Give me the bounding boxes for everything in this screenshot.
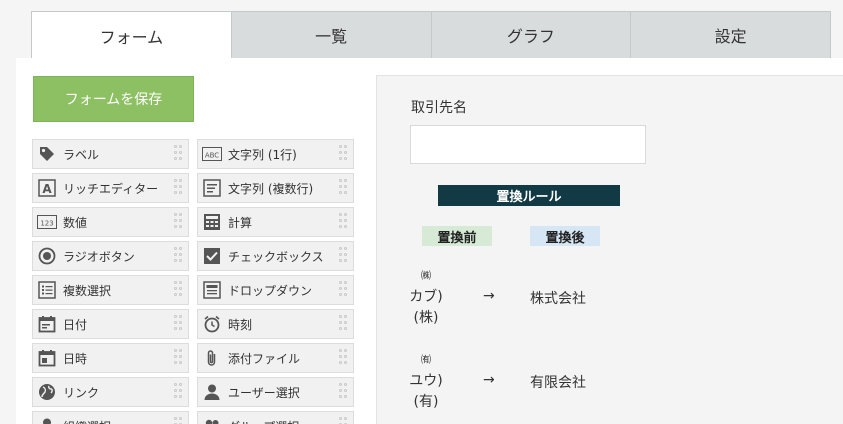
palette-item[interactable]: ラジオボタン	[32, 241, 189, 271]
number-icon: 123	[37, 212, 57, 232]
multi-select-icon	[37, 280, 57, 300]
drag-handle-icon[interactable]	[174, 348, 184, 370]
palette-item[interactable]: 時刻	[197, 309, 354, 339]
rule-before-line: ㈱	[421, 271, 431, 282]
drag-handle-icon[interactable]	[174, 178, 184, 200]
rule-before-line: ユウ)	[409, 373, 443, 389]
palette-item[interactable]: リンク	[32, 377, 189, 407]
rule-after: 株式会社	[530, 291, 586, 307]
date-icon	[37, 314, 57, 334]
tab-list[interactable]: 一覧	[231, 11, 432, 59]
tag-icon	[37, 144, 57, 164]
abc-icon: ABC	[202, 144, 222, 164]
user-icon	[202, 382, 222, 402]
rule-after: 有限会社	[530, 375, 586, 391]
attachment-icon	[202, 348, 222, 368]
palette-item-label: ユーザー選択	[228, 385, 300, 400]
palette-item[interactable]: チェックボックス	[197, 241, 354, 271]
replace-rule-title: 置換ルール	[438, 185, 620, 206]
palette-item-label: 添付ファイル	[228, 351, 301, 366]
rich-editor-icon: A	[37, 178, 57, 198]
drag-handle-icon[interactable]	[174, 382, 184, 404]
tab-graph[interactable]: グラフ	[431, 11, 632, 59]
tab-bar: フォーム 一覧 グラフ 設定	[31, 11, 831, 60]
rule-before-line: (株)	[413, 310, 439, 326]
drag-handle-icon[interactable]	[339, 246, 349, 268]
palette-item-label: 時刻	[228, 317, 253, 332]
palette-item[interactable]: グループ選択	[197, 411, 354, 424]
radio-icon	[37, 246, 57, 266]
svg-text:ABC: ABC	[205, 152, 219, 160]
palette-item[interactable]: A リッチエディター	[32, 173, 189, 203]
palette-item-label: 日時	[63, 351, 88, 366]
clock-icon	[202, 314, 222, 334]
arrow-icon: →	[483, 288, 495, 304]
drag-handle-icon[interactable]	[339, 416, 349, 424]
after-header: 置換後	[530, 226, 600, 246]
palette-item[interactable]: ラベル	[32, 139, 189, 169]
palette-item-label: グループ選択	[228, 418, 299, 424]
rule-before: ㈲ ユウ) (有)	[396, 350, 456, 413]
palette-item-label: 計算	[228, 215, 253, 230]
palette-item-label: 数値	[63, 215, 88, 230]
drag-handle-icon[interactable]	[174, 416, 184, 424]
palette-item[interactable]: 複数選択	[32, 275, 189, 305]
drag-handle-icon[interactable]	[339, 280, 349, 302]
palette-item-label: ラベル	[63, 147, 100, 162]
palette-item-label: ラジオボタン	[63, 249, 135, 264]
calculator-icon	[202, 212, 222, 232]
save-form-button[interactable]: フォームを保存	[33, 76, 194, 122]
drag-handle-icon[interactable]	[174, 144, 184, 166]
palette-item[interactable]: 計算	[197, 207, 354, 237]
drag-handle-icon[interactable]	[174, 314, 184, 336]
palette-item-label: リンク	[63, 385, 100, 400]
palette-item[interactable]: 123 数値	[32, 207, 189, 237]
multiline-text-icon	[202, 178, 222, 198]
palette-item-label: ドロップダウン	[228, 283, 313, 298]
datetime-icon	[37, 348, 57, 368]
palette-item-label: 組織選択	[63, 418, 111, 424]
palette-item-label: 文字列 (複数行)	[228, 181, 314, 196]
palette-item-label: リッチエディター	[63, 181, 159, 196]
palette-item-label: チェックボックス	[228, 249, 324, 264]
field-label-customer-name: 取引先名	[411, 100, 467, 116]
checkbox-icon	[202, 246, 222, 266]
drag-handle-icon[interactable]	[174, 212, 184, 234]
palette-item[interactable]: ABC 文字列 (1行)	[197, 139, 354, 169]
dropdown-icon	[202, 280, 222, 300]
palette-item-label: 複数選択	[63, 283, 112, 298]
drag-handle-icon[interactable]	[339, 178, 349, 200]
arrow-icon: →	[483, 372, 495, 388]
palette-item[interactable]: 添付ファイル	[197, 343, 354, 373]
palette-item[interactable]: 組織選択	[32, 411, 189, 424]
tab-form[interactable]: フォーム	[31, 11, 232, 60]
drag-handle-icon[interactable]	[174, 280, 184, 302]
drag-handle-icon[interactable]	[339, 382, 349, 404]
group-icon	[202, 416, 222, 424]
palette-item[interactable]: ユーザー選択	[197, 377, 354, 407]
palette-item[interactable]: ドロップダウン	[197, 275, 354, 305]
rule-before-line: (有)	[413, 394, 439, 410]
palette-item-label: 文字列 (1行)	[228, 147, 297, 162]
drag-handle-icon[interactable]	[339, 348, 349, 370]
customer-name-input[interactable]	[410, 125, 646, 164]
palette-item[interactable]: 文字列 (複数行)	[197, 173, 354, 203]
tab-settings[interactable]: 設定	[631, 11, 831, 59]
drag-handle-icon[interactable]	[339, 144, 349, 166]
drag-handle-icon[interactable]	[339, 212, 349, 234]
rule-before-line: カブ)	[409, 289, 443, 305]
rule-before-line: ㈲	[421, 355, 431, 366]
rule-before: ㈱ カブ) (株)	[396, 266, 456, 329]
palette-item-label: 日付	[63, 317, 88, 332]
org-icon	[37, 416, 57, 424]
svg-text:A: A	[42, 182, 52, 196]
drag-handle-icon[interactable]	[339, 314, 349, 336]
palette-item[interactable]: 日時	[32, 343, 189, 373]
drag-handle-icon[interactable]	[174, 246, 184, 268]
globe-icon	[37, 382, 57, 402]
before-header: 置換前	[422, 226, 492, 246]
palette-item[interactable]: 日付	[32, 309, 189, 339]
svg-text:123: 123	[40, 220, 53, 228]
